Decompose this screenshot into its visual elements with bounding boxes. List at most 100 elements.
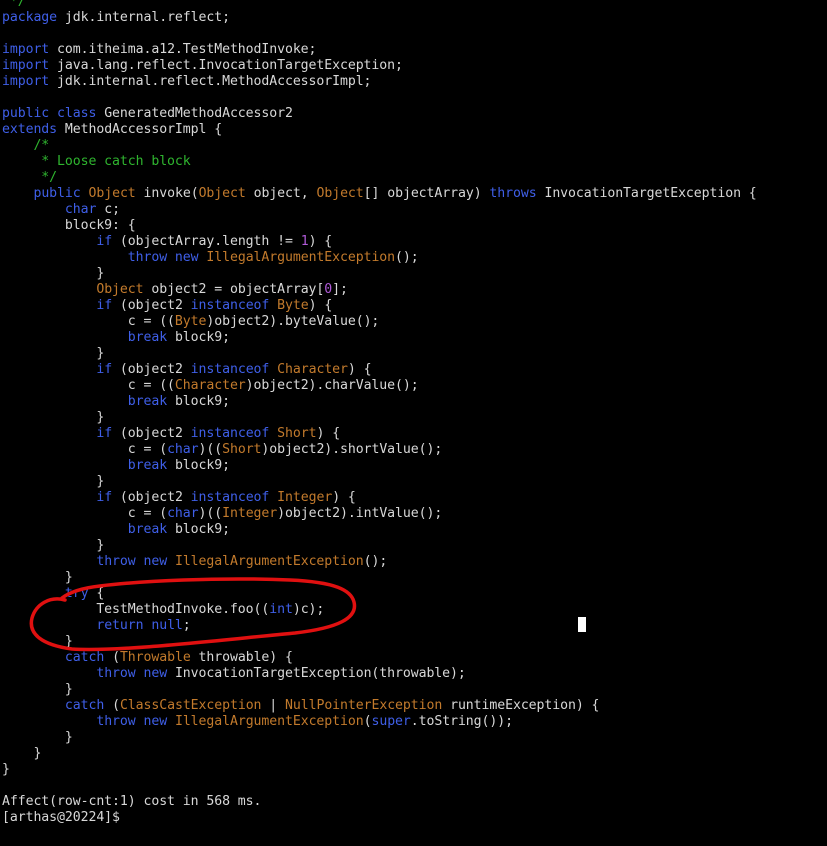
code-text: InvocationTargetException(throwable); [167,666,466,681]
code-line: if (object2 instanceof Byte) { [2,298,757,314]
code-line: public class GeneratedMethodAccessor2 [2,106,757,122]
keyword-token: try [64,586,89,601]
keyword-token: throw new [96,554,168,569]
keyword-token: int [269,602,293,617]
code-text: (object2 [112,298,191,313]
keyword-token: instanceof [190,298,270,313]
code-line: c = (char)((Integer)object2).intValue(); [2,506,757,522]
code-line: if (object2 instanceof Character) { [2,362,757,378]
code-text: { [88,586,105,601]
code-text: TestMethodInvoke.foo(( [2,602,270,617]
code-text: block9; [167,330,230,345]
keyword-token: catch [64,698,105,713]
keyword-token: import [2,42,50,57]
code-line: * Loose catch block [2,154,757,170]
code-text: )object2).shortValue(); [261,442,443,457]
code-text: c = ( [2,442,168,457]
comment-token: */ [2,0,26,9]
keyword-token: throw new [96,714,168,729]
code-output: */package jdk.internal.reflect; import co… [2,0,757,826]
code-text: jdk.internal.reflect; [57,10,230,25]
keyword-token: throws [489,186,537,201]
keyword-token: import [2,74,50,89]
code-line: */ [2,170,757,186]
code-text: invoke( [135,186,199,201]
code-text: block9; [167,522,230,537]
type-token: Byte [174,314,207,329]
keyword-token: import [2,58,50,73]
code-line: } [2,538,757,554]
code-line: } [2,410,757,426]
type-token: Object [88,186,136,201]
keyword-token: if [96,298,113,313]
comment-token: /* [2,138,50,153]
keyword-token: throw new [96,666,168,681]
code-text: Affect(row-cnt:1) cost in 568 ms. [2,794,262,809]
type-token: Character [277,362,348,377]
code-text: | [261,698,286,713]
keyword-token: break [127,522,168,537]
code-text: )object2).intValue(); [277,506,443,521]
code-text: (object2 [112,362,191,377]
code-line: break block9; [2,330,757,346]
keyword-token: public class [2,106,97,121]
code-text: ]; [332,282,348,297]
type-token: Integer [222,506,278,521]
keyword-token: catch [64,650,105,665]
keyword-token: char [64,202,97,217]
type-token: Throwable [119,650,191,665]
code-line: } [2,730,757,746]
code-text: [arthas@20224]$ [2,810,120,825]
code-line: } [2,346,757,362]
code-text: GeneratedMethodAccessor2 [96,106,293,121]
comment-token: * Loose catch block [2,154,191,169]
keyword-token: instanceof [190,490,270,505]
code-line: catch (Throwable throwable) { [2,650,757,666]
keyword-token: break [127,458,168,473]
type-token: Character [174,378,246,393]
code-text: } [2,410,105,425]
code-text: )c); [292,602,325,617]
code-line: break block9; [2,458,757,474]
code-text: java.lang.reflect.InvocationTargetExcept… [49,58,403,73]
keyword-token: return null [96,618,183,633]
code-text: (); [363,554,388,569]
keyword-token: super [371,714,411,729]
number-token: 1 [300,234,309,249]
code-text: (objectArray.length != [112,234,301,249]
code-line: return null; [2,618,757,634]
type-token: IllegalArgumentException [206,250,396,265]
code-text: } [2,682,73,697]
code-line: /* [2,138,757,154]
code-text: (object2 [112,426,191,441]
keyword-token: instanceof [190,426,270,441]
code-text: ( [104,698,120,713]
code-line: throw new IllegalArgumentException(super… [2,714,757,730]
code-line: } [2,634,757,650]
terminal-window[interactable]: */package jdk.internal.reflect; import co… [0,0,827,846]
keyword-token: if [96,426,113,441]
code-line: try { [2,586,757,602]
code-line: throw new IllegalArgumentException(); [2,250,757,266]
code-line: } [2,266,757,282]
code-line: if (object2 instanceof Integer) { [2,490,757,506]
code-text: ) { [316,426,341,441]
code-line: } [2,746,757,762]
code-text: object, [245,186,317,201]
keyword-token: extends [2,122,58,137]
code-text: jdk.internal.reflect.MethodAccessorImpl; [49,74,372,89]
code-text: )(( [198,506,223,521]
keyword-token: public [33,186,81,201]
terminal-cursor [578,617,586,632]
